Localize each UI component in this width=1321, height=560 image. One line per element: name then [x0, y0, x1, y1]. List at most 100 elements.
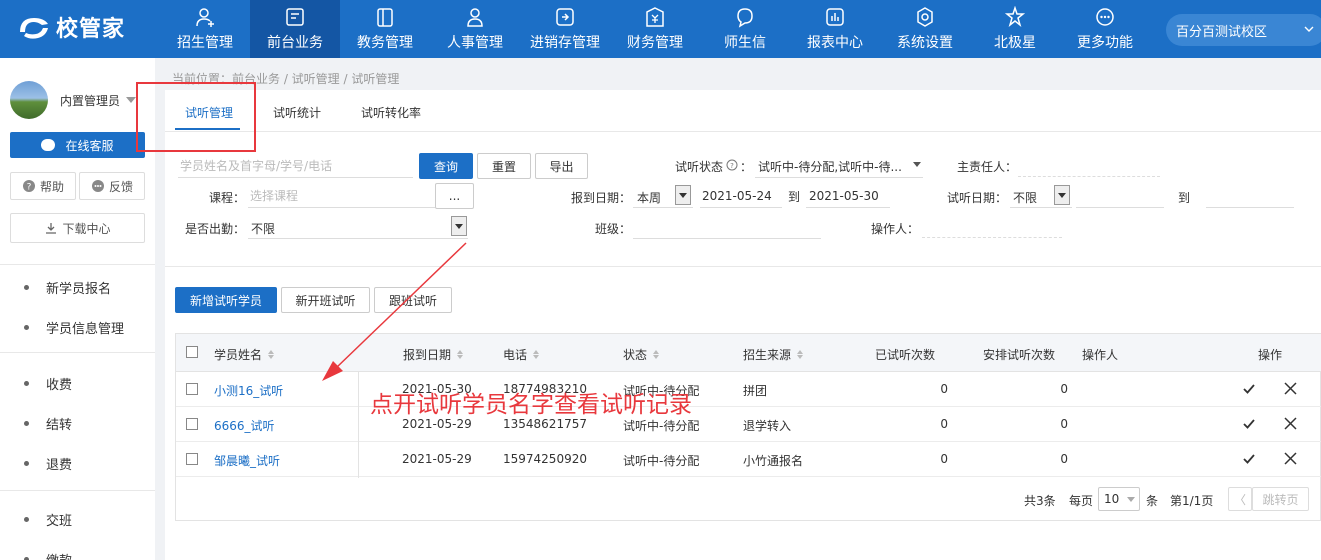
student-name-link[interactable]: 小测16_试听 [214, 382, 283, 399]
sidebar-item[interactable]: 缴款 [24, 549, 72, 560]
logo[interactable]: 校管家 [16, 10, 125, 44]
help-button[interactable]: ? 帮助 [10, 172, 76, 200]
close-icon[interactable] [1284, 452, 1297, 465]
per-page-select[interactable]: 10 [1098, 487, 1140, 511]
course-input[interactable] [248, 184, 435, 208]
trial-table: 学员姓名 报到日期 电话 状态 招生来源 已试听次数 安排试听次数 操作人 操作… [175, 333, 1321, 521]
status-select[interactable]: 试听中-待分配,试听中-待... [755, 154, 923, 178]
nav-item-4[interactable]: 进销存管理 [520, 0, 610, 58]
nav-item-1[interactable]: 前台业务 [250, 0, 340, 58]
nav-item-10[interactable]: 更多功能 [1060, 0, 1150, 58]
query-button[interactable]: 查询 [419, 153, 473, 179]
sidebar-item[interactable]: 学员信息管理 [24, 317, 124, 337]
check-icon[interactable] [1243, 383, 1255, 395]
operator-input[interactable] [922, 237, 1062, 238]
online-service-button[interactable]: 在线客服 [10, 132, 145, 158]
sidebar-divider [0, 264, 155, 265]
row-checkbox[interactable] [186, 418, 198, 430]
sidebar-item-label: 新学员报名 [46, 281, 112, 297]
caret-down-icon [913, 162, 921, 167]
close-icon[interactable] [1284, 417, 1297, 430]
check-icon[interactable] [1243, 453, 1255, 465]
section-divider [165, 266, 1321, 267]
campus-select[interactable]: 百分百测试校区 [1166, 14, 1321, 46]
nav-item-label: 教务管理 [357, 35, 413, 51]
owner-input[interactable] [1018, 176, 1160, 177]
close-icon[interactable] [1284, 382, 1297, 395]
check-icon[interactable] [1243, 418, 1255, 430]
tab-trial-conversion[interactable]: 试听转化率 [361, 104, 421, 121]
sidebar-item[interactable]: 交班 [24, 509, 72, 529]
logo-text: 校管家 [56, 17, 126, 42]
sidebar-item[interactable]: 收费 [24, 373, 72, 393]
sidebar-item[interactable]: 结转 [24, 413, 72, 433]
nav-item-label: 前台业务 [267, 35, 323, 51]
row-checkbox[interactable] [186, 453, 198, 465]
nav-item-label: 报表中心 [807, 35, 863, 51]
date-from[interactable]: 2021-05-24 [702, 189, 772, 203]
dropdown-arrow-icon [675, 185, 691, 205]
col-arranged-header: 安排试听次数 [983, 346, 1055, 363]
col-date-header[interactable]: 报到日期 [403, 346, 464, 363]
course-picker-button[interactable]: ... [435, 183, 474, 209]
nav-item-2[interactable]: 教务管理 [340, 0, 430, 58]
status: 试听中-待分配 [623, 419, 700, 433]
reset-button[interactable]: 重置 [477, 153, 531, 179]
feedback-label: 反馈 [108, 179, 133, 194]
col-phone-label: 电话 [503, 348, 528, 362]
sidebar-item[interactable]: 退费 [24, 453, 72, 473]
row-checkbox[interactable] [186, 383, 198, 395]
new-class-trial-button[interactable]: 新开班试听 [281, 287, 370, 313]
feedback-icon [91, 180, 104, 192]
nav-item-6[interactable]: 师生信 [700, 0, 790, 58]
user-menu[interactable]: 内置管理员 [10, 80, 150, 120]
nav-item-3[interactable]: 人事管理 [430, 0, 520, 58]
attend-select[interactable]: 不限 [248, 215, 468, 239]
export-button[interactable]: 导出 [535, 153, 588, 179]
col-source-header[interactable]: 招生来源 [743, 346, 804, 363]
nav-item-5[interactable]: 财务管理 [610, 0, 700, 58]
trial-date-from-input[interactable] [1076, 207, 1164, 208]
chevron-down-icon [1304, 26, 1314, 32]
tab-trial-statistics[interactable]: 试听统计 [273, 104, 321, 121]
add-trial-student-button[interactable]: 新增试听学员 [175, 287, 277, 313]
pager-unit: 条 [1146, 494, 1159, 508]
select-all-checkbox[interactable] [186, 346, 198, 358]
nav-item-8[interactable]: 系统设置 [880, 0, 970, 58]
date-to[interactable]: 2021-05-30 [809, 189, 879, 203]
follow-class-trial-button[interactable]: 跟班试听 [374, 287, 452, 313]
sidebar-item[interactable]: 新学员报名 [24, 277, 111, 297]
annotation-text: 点开试听学员名字查看试听记录 [370, 392, 692, 418]
table-header: 学员姓名 报到日期 电话 状态 招生来源 已试听次数 安排试听次数 操作人 操作 [176, 334, 1321, 372]
status-colon: ： [740, 160, 753, 174]
pager-total: 共3条 [1024, 494, 1056, 508]
student-name-link[interactable]: 邹晨曦_试听 [214, 452, 280, 469]
source: 拼团 [743, 384, 768, 398]
col-phone-header[interactable]: 电话 [503, 346, 540, 363]
nav-item-0[interactable]: 招生管理 [160, 0, 250, 58]
sort-icon [797, 350, 804, 359]
caret-down-icon [1127, 497, 1135, 502]
report-date-label: 报到日期： [571, 191, 632, 205]
prev-page-button[interactable]: 〈 [1228, 487, 1252, 511]
search-input[interactable] [178, 154, 413, 178]
download-icon [46, 223, 57, 234]
download-center-button[interactable]: 下载中心 [10, 213, 145, 243]
per-page-value: 10 [1104, 492, 1120, 506]
nav-item-7[interactable]: 报表中心 [790, 0, 880, 58]
trial-period-select[interactable]: 不限 [1010, 184, 1072, 208]
download-center-label: 下载中心 [62, 221, 111, 236]
trial-date-to-input[interactable] [1206, 207, 1294, 208]
report-period-select[interactable]: 本周 [633, 184, 693, 208]
feedback-button[interactable]: 反馈 [79, 172, 145, 200]
nav-item-label: 进销存管理 [530, 35, 600, 51]
jump-page-button[interactable]: 跳转页 [1252, 487, 1309, 511]
class-input[interactable] [633, 238, 821, 239]
student-name-link[interactable]: 6666_试听 [214, 417, 275, 434]
status-label: 试听状态 [675, 160, 724, 174]
sort-icon [268, 350, 275, 359]
user-name: 内置管理员 [60, 93, 121, 108]
nav-item-9[interactable]: 北极星 [970, 0, 1060, 58]
col-name-header[interactable]: 学员姓名 [214, 346, 275, 363]
col-status-header[interactable]: 状态 [623, 346, 660, 363]
